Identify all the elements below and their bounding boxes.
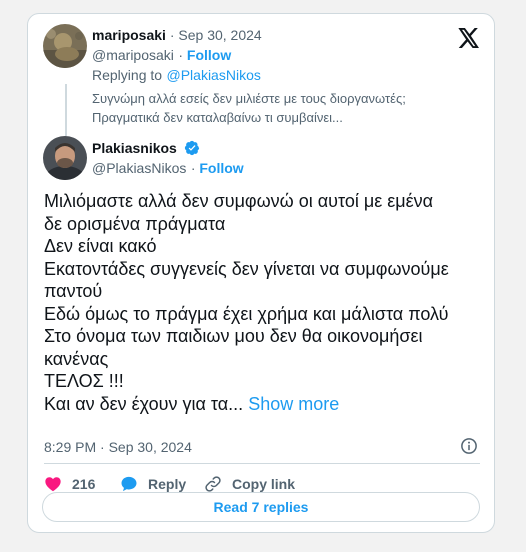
replying-to-prefix: Replying to [92,67,163,83]
tweet-text-line: Εκατοντάδες συγγενείς δεν γίνεται να συμ… [44,258,449,279]
tweet-text-line: παντού [44,281,103,301]
reply-author-name[interactable]: mariposaki [92,27,166,43]
tweet-text-line: ΤΕΛΟΣ !!! [44,371,124,391]
reply-tweet-text: Συγνώμη αλλά εσείς δεν μιλιέστε με τους … [92,89,472,127]
plakiasnikos-avatar[interactable] [43,136,87,180]
reply-label: Reply [148,476,187,492]
heart-icon [45,477,61,492]
tweet-timestamp[interactable]: 8:29 PM · Sep 30, 2024 [44,439,192,455]
tweet-text-line: Δεν είναι κακό [44,236,157,256]
main-handle-row: @PlakiasNikos · Follow [92,160,244,176]
tweet-text-line: Εδώ όμως το πράγμα έχει χρήμα και μάλιστ… [44,303,449,324]
reply-author-handle[interactable]: @mariposaki [92,47,174,63]
reply-bubble-icon [121,476,137,492]
thread-connector-line [65,84,67,136]
reply-text-line: Συγνώμη αλλά εσείς δεν μιλιέστε με τους … [92,91,406,106]
verified-badge-icon [185,140,200,156]
main-follow-button[interactable]: Follow [199,160,243,176]
reply-header-row: mariposaki · Sep 30, 2024 [92,27,262,43]
reply-follow-button[interactable]: Follow [187,47,231,63]
tweet-text-line-last: Και αν δεν έχουν για τα... Show more [44,393,484,416]
tweet-text-line: δε ορισμένα πράγματα [44,213,226,234]
read-replies-button[interactable]: Read 7 replies [42,492,480,522]
mariposaki-avatar[interactable] [43,24,87,68]
replying-to-handle[interactable]: @PlakiasNikos [167,67,261,83]
reply-text-line: Πραγματικά δεν καταλαβαίνω τι συμβαίνει.… [92,110,343,125]
tweet-text-line: Μιλιόμαστε αλλά δεν συμφωνώ οι αυτοί με … [44,191,434,211]
tweet-embed-card: mariposaki · Sep 30, 2024 @mariposaki · … [27,13,495,533]
reply-handle-row: @mariposaki · Follow [92,47,232,63]
main-tweet-text: Μιλιόμαστε αλλά δεν συμφωνώ οι αυτοί με … [44,190,484,415]
replying-to-row: Replying to @PlakiasNikos [92,67,261,85]
like-count: 216 [72,476,96,492]
main-author-name[interactable]: Plakiasnikos [92,140,177,156]
reply-date[interactable]: Sep 30, 2024 [178,27,261,43]
main-author-handle[interactable]: @PlakiasNikos [92,160,186,176]
link-icon [205,476,221,492]
main-author-row: Plakiasnikos [92,140,200,158]
show-more-link[interactable]: Show more [248,394,339,414]
copy-link-label: Copy link [232,476,296,492]
tweet-text-line: κανένας [44,348,109,369]
tweet-text-line: Στο όνομα των παιδιων μου δεν θα οικονομ… [44,326,423,346]
truncated-text: Και αν δεν έχουν για τα... [44,393,244,414]
x-logo-icon[interactable] [458,28,480,48]
info-icon[interactable] [460,437,478,455]
